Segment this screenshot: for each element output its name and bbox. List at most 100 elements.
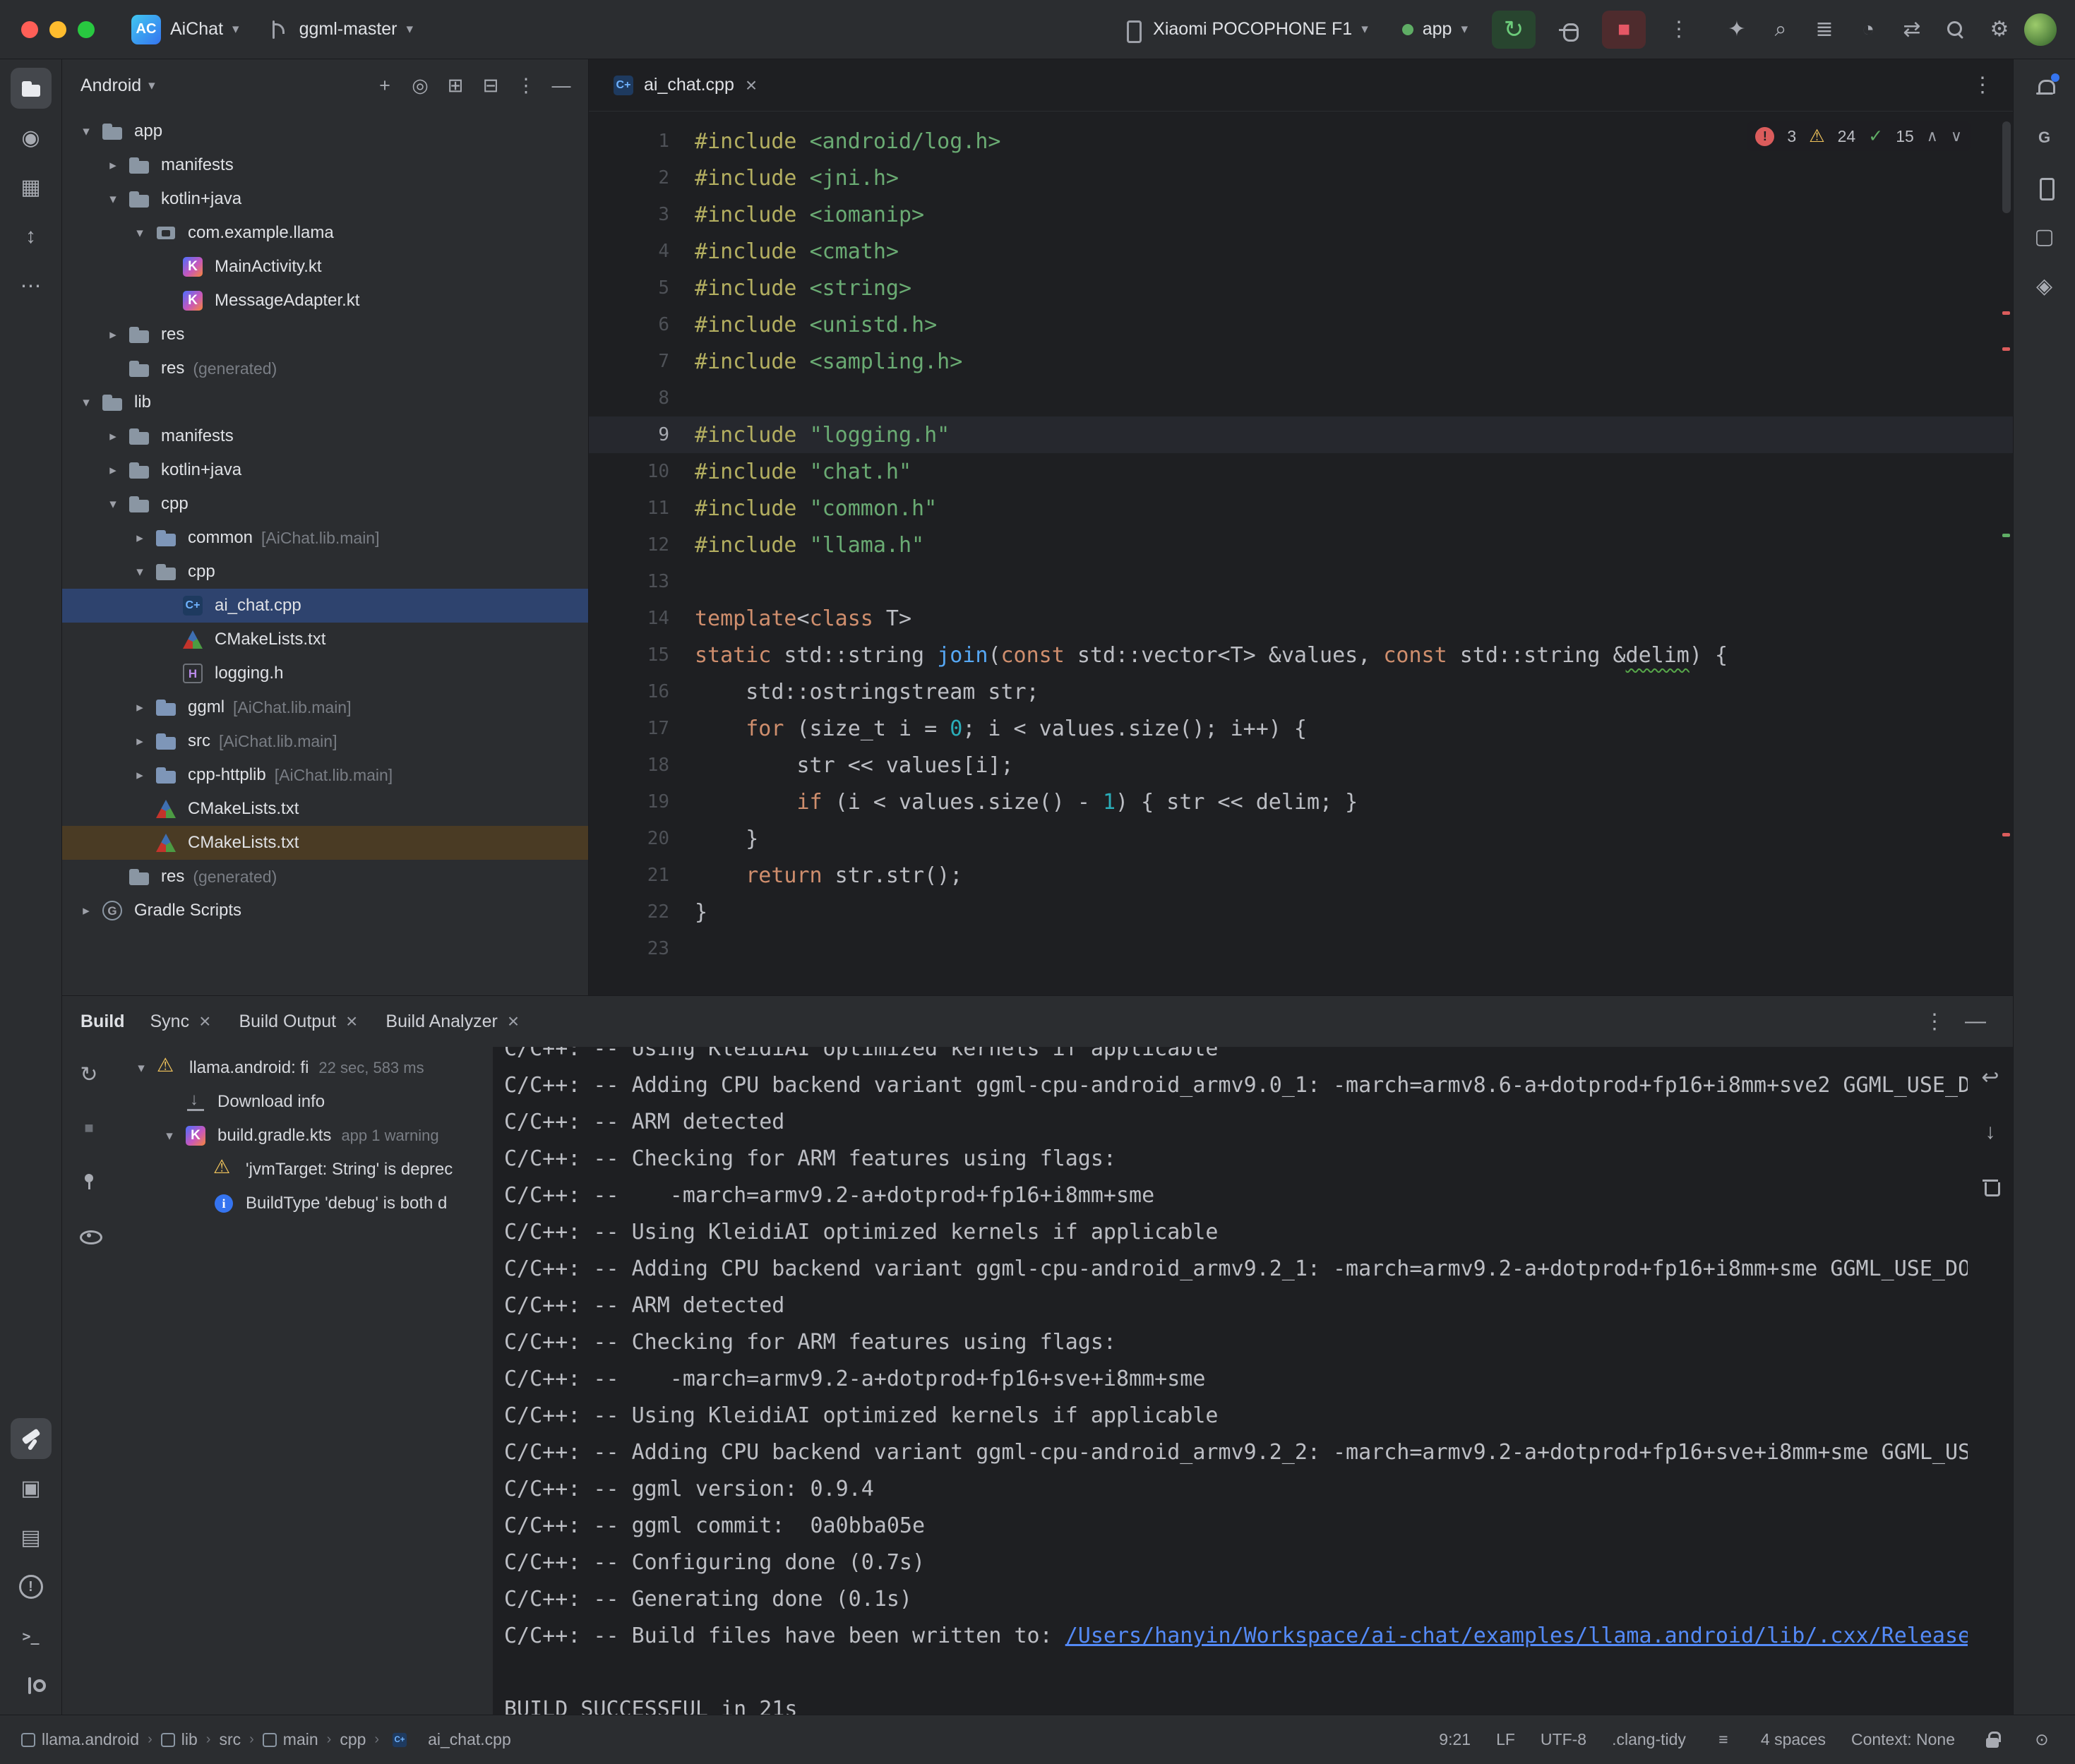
tool-notifications-button[interactable] [2024, 68, 2065, 109]
tree-row[interactable]: MessageAdapter.kt [62, 284, 588, 318]
code-line[interactable]: 16 std::ostringstream str; [589, 673, 2013, 710]
code-line[interactable]: 12#include "llama.h" [589, 527, 2013, 563]
code-line[interactable]: 18 str << values[i]; [589, 747, 2013, 784]
breadcrumb-item[interactable]: cpp [340, 1730, 366, 1749]
tool-device-manager-button[interactable] [2024, 167, 2065, 208]
status-item[interactable]: 9:21 [1439, 1730, 1471, 1749]
run-config-selector[interactable]: app ▾ [1392, 13, 1478, 45]
build-tree-row[interactable]: BuildType 'debug' is both d [116, 1187, 493, 1220]
breadcrumb-item[interactable]: ai_chat.cpp [388, 1728, 511, 1752]
build-options-button[interactable] [1915, 1002, 1954, 1040]
hide-build-panel-button[interactable] [1956, 1002, 1995, 1040]
close-tab-icon[interactable]: × [196, 1010, 213, 1033]
add-button[interactable] [368, 68, 402, 102]
build-tab-build-output[interactable]: Build Output× [239, 1010, 360, 1033]
tree-row[interactable]: ▾cpp [62, 487, 588, 521]
close-tab-icon[interactable]: × [505, 1010, 522, 1033]
code-line[interactable]: 3#include <iomanip> [589, 196, 2013, 233]
chevron-down-icon[interactable]: ▾ [126, 564, 154, 580]
close-window-button[interactable] [21, 21, 38, 38]
error-stripe-toggle-icon[interactable] [2030, 1728, 2054, 1752]
code-line[interactable]: 8 [589, 380, 2013, 416]
vcs-branch-widget[interactable]: ggml-master ▾ [256, 12, 423, 47]
editor-tab-ai-chat-cpp[interactable]: ai_chat.cpp × [600, 59, 771, 111]
build-console[interactable]: C/C++: -- Using KleidiAI optimized kerne… [493, 1047, 1968, 1715]
minimize-window-button[interactable] [49, 21, 66, 38]
tool-pull-requests-button[interactable] [11, 216, 52, 257]
chevron-right-icon[interactable]: ▸ [99, 327, 127, 343]
run-button[interactable] [1492, 11, 1536, 49]
tool-app-insights-button[interactable] [2024, 265, 2065, 306]
tree-row[interactable]: ▸Gradle Scripts [62, 894, 588, 928]
debug-button[interactable] [1550, 11, 1588, 49]
tree-row[interactable]: res(generated) [62, 352, 588, 385]
soft-wrap-button[interactable] [1971, 1058, 2009, 1096]
tool-structure-button[interactable] [11, 167, 52, 208]
code-line[interactable]: 9#include "logging.h" [589, 416, 2013, 453]
status-item[interactable]: 4 spaces [1761, 1730, 1826, 1749]
chevron-right-icon[interactable]: ▸ [99, 428, 127, 445]
previous-problem-button[interactable]: ∧ [1927, 127, 1938, 145]
tool-logcat-button[interactable] [11, 1517, 52, 1558]
code-line[interactable]: 7#include <sampling.h> [589, 343, 2013, 380]
chevron-right-icon[interactable]: ▸ [126, 767, 154, 784]
tree-row[interactable]: CMakeLists.txt [62, 792, 588, 826]
build-tree-row[interactable]: 'jvmTarget: String' is deprec [116, 1153, 493, 1187]
status-item[interactable]: Context: None [1851, 1730, 1955, 1749]
lock-icon[interactable] [1980, 1728, 2004, 1752]
tree-row[interactable]: ▸kotlin+java [62, 453, 588, 487]
stop-build-button[interactable] [70, 1109, 108, 1147]
tree-row[interactable]: CMakeLists.txt [62, 623, 588, 656]
tree-row[interactable]: ▾com.example.llama [62, 216, 588, 250]
code-line[interactable]: 17 for (size_t i = 0; i < values.size();… [589, 710, 2013, 747]
tool-version-control-button[interactable] [11, 1665, 52, 1706]
code-line[interactable]: 23 [589, 930, 2013, 967]
chevron-right-icon[interactable]: ▸ [99, 157, 127, 174]
error-mark[interactable] [2002, 347, 2010, 351]
tool-more-button[interactable] [11, 265, 52, 306]
build-tab-sync[interactable]: Sync× [150, 1010, 214, 1033]
tree-row[interactable]: ▸cpp-httplib[AiChat.lib.main] [62, 758, 588, 792]
tree-row[interactable]: ▾cpp [62, 555, 588, 589]
code-line[interactable]: 22} [589, 894, 2013, 930]
build-panel-title[interactable]: Build [80, 1012, 125, 1032]
pin-button[interactable] [70, 1163, 108, 1201]
scrollbar-thumb[interactable] [2002, 121, 2011, 213]
build-tab-build-analyzer[interactable]: Build Analyzer× [385, 1010, 522, 1033]
more-actions-button[interactable] [1660, 11, 1698, 49]
tool-device-explorer-button[interactable] [11, 1468, 52, 1508]
code-search-button[interactable] [1762, 11, 1800, 49]
tree-row[interactable]: ▸common[AiChat.lib.main] [62, 521, 588, 555]
code-line[interactable]: 13 [589, 563, 2013, 600]
tool-project-button[interactable] [11, 68, 52, 109]
status-item[interactable]: LF [1496, 1730, 1515, 1749]
code-line[interactable]: 6#include <unistd.h> [589, 306, 2013, 343]
tree-row[interactable]: res(generated) [62, 860, 588, 894]
chevron-right-icon[interactable]: ▸ [72, 903, 100, 919]
chevron-right-icon[interactable]: ▸ [99, 462, 127, 479]
status-item[interactable]: UTF-8 [1541, 1730, 1586, 1749]
device-selector[interactable]: Xiaomi POCOPHONE F1 ▾ [1110, 12, 1378, 47]
tree-row[interactable]: CMakeLists.txt [62, 826, 588, 860]
status-item[interactable]: .clang-tidy [1612, 1730, 1686, 1749]
error-stripe[interactable] [1999, 112, 2013, 995]
tool-problems-button[interactable] [11, 1566, 52, 1607]
breadcrumb-item[interactable]: llama.android [21, 1730, 139, 1749]
code-line[interactable]: 5#include <string> [589, 270, 2013, 306]
stop-button[interactable]: ■ [1602, 11, 1646, 49]
expand-all-button[interactable] [438, 68, 472, 102]
tree-row[interactable]: ▸manifests [62, 148, 588, 182]
settings-button[interactable] [1980, 11, 2019, 49]
code-line[interactable]: 19 if (i < values.size() - 1) { str << d… [589, 784, 2013, 820]
project-widget[interactable]: AC AiChat ▾ [121, 9, 249, 50]
tree-row[interactable]: ▸res [62, 318, 588, 352]
chevron-right-icon[interactable]: ▸ [126, 530, 154, 546]
tool-build-button[interactable] [11, 1418, 52, 1459]
chevron-down-icon[interactable]: ▾ [72, 124, 100, 140]
todo-button[interactable] [1805, 11, 1843, 49]
breadcrumb-item[interactable]: src [219, 1730, 241, 1749]
code-line[interactable]: 11#include "common.h" [589, 490, 2013, 527]
tree-row[interactable]: ▾lib [62, 385, 588, 419]
editor-options-button[interactable] [1963, 66, 2002, 104]
tool-commit-button[interactable] [11, 117, 52, 158]
